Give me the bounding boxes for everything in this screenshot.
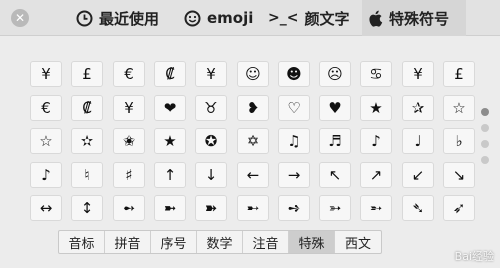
- symbol-key[interactable]: ¥: [402, 61, 434, 87]
- category-pinyin[interactable]: 拼音: [105, 231, 151, 253]
- category-numbering[interactable]: 序号: [151, 231, 197, 253]
- symbol-key[interactable]: ♬: [319, 128, 351, 154]
- symbol-key[interactable]: ♋: [360, 61, 392, 87]
- symbol-key[interactable]: ↘: [443, 162, 475, 188]
- symbol-key[interactable]: ↖: [319, 162, 351, 188]
- symbol-key[interactable]: ¥: [113, 95, 145, 121]
- symbol-key[interactable]: ☆: [443, 95, 475, 121]
- symbol-key[interactable]: ✡: [237, 128, 269, 154]
- symbol-key[interactable]: ♪: [30, 162, 62, 188]
- symbol-grid: ¥ £ € ₡ ¥ ☺ ☻ ☹ ♋ ¥ £ € ₡ ¥ ❤ ♉ ❥ ♡ ♥ ★ ✰ ☆ ☆ ✫ ✬ ★ ✪ ✡ ♫ ♬ ♪ ♩ ♭ ♪ ♮ ♯ ↑ ↓ ← →…: [30, 61, 475, 221]
- symbol-key[interactable]: ☻: [278, 61, 310, 87]
- symbol-key[interactable]: €: [30, 95, 62, 121]
- symbol-key[interactable]: →: [278, 162, 310, 188]
- tab-emoji[interactable]: emoji: [184, 0, 256, 36]
- symbol-key[interactable]: ♪: [360, 128, 392, 154]
- symbol-key[interactable]: ♩: [402, 128, 434, 154]
- tab-special-symbols[interactable]: 特殊符号: [362, 0, 466, 36]
- symbol-key[interactable]: ➺: [278, 195, 310, 221]
- category-phonetic[interactable]: 音标: [59, 231, 105, 253]
- symbol-key[interactable]: ↓: [195, 162, 227, 188]
- page-dot[interactable]: [481, 156, 489, 164]
- symbol-key[interactable]: ☺: [237, 61, 269, 87]
- symbol-key[interactable]: ➳: [319, 195, 351, 221]
- tab-special-symbols-label: 特殊符号: [389, 9, 450, 28]
- page-indicator: [481, 108, 489, 168]
- symbol-key[interactable]: ←: [237, 162, 269, 188]
- category-math[interactable]: 数学: [197, 231, 243, 253]
- symbol-key[interactable]: ↗: [360, 162, 392, 188]
- symbol-key[interactable]: £: [443, 61, 475, 87]
- symbol-key[interactable]: ➼: [154, 195, 186, 221]
- symbol-key[interactable]: ✪: [195, 128, 227, 154]
- symbol-key[interactable]: ♯: [113, 162, 145, 188]
- tab-recent-label: 最近使用: [99, 9, 160, 28]
- category-bar: 音标 拼音 序号 数学 注音 特殊 西文: [58, 230, 382, 254]
- symbol-key[interactable]: ✫: [71, 128, 103, 154]
- category-special[interactable]: 特殊: [289, 231, 335, 253]
- symbol-key[interactable]: ☹: [319, 61, 351, 87]
- symbol-key[interactable]: ★: [154, 128, 186, 154]
- symbol-key[interactable]: ↙: [402, 162, 434, 188]
- symbol-key[interactable]: ♫: [278, 128, 310, 154]
- symbol-key[interactable]: ➸: [237, 195, 269, 221]
- symbol-key[interactable]: ➵: [360, 195, 392, 221]
- page-dot[interactable]: [481, 108, 489, 116]
- symbol-key[interactable]: ➶: [443, 195, 475, 221]
- symbol-key[interactable]: ❥: [237, 95, 269, 121]
- symbol-key[interactable]: ☆: [30, 128, 62, 154]
- symbol-key[interactable]: ➻: [113, 195, 145, 221]
- symbol-key[interactable]: ♥: [319, 95, 351, 121]
- symbol-key[interactable]: ¥: [195, 61, 227, 87]
- symbol-key[interactable]: ♮: [71, 162, 103, 188]
- tab-bar: ✕ 最近使用 emoji >_< 颜文字 特殊符号: [0, 0, 500, 36]
- symbol-key[interactable]: ➽: [195, 195, 227, 221]
- apple-icon: [368, 10, 383, 27]
- tab-emoji-label: emoji: [207, 9, 254, 27]
- clock-icon: [76, 10, 93, 27]
- symbol-key[interactable]: ♉: [195, 95, 227, 121]
- symbol-key[interactable]: ↕: [71, 195, 103, 221]
- kaomoji-icon: >_<: [268, 10, 299, 26]
- symbol-key[interactable]: €: [113, 61, 145, 87]
- symbol-key[interactable]: ✰: [402, 95, 434, 121]
- symbol-key[interactable]: ↔: [30, 195, 62, 221]
- symbol-key[interactable]: ♡: [278, 95, 310, 121]
- symbol-key[interactable]: ₡: [154, 61, 186, 87]
- symbol-key[interactable]: ♭: [443, 128, 475, 154]
- category-western[interactable]: 西文: [335, 231, 381, 253]
- tab-recent[interactable]: 最近使用: [76, 0, 176, 36]
- page-dot[interactable]: [481, 124, 489, 132]
- tab-kaomoji[interactable]: >_< 颜文字: [268, 0, 358, 36]
- symbol-key[interactable]: ❤: [154, 95, 186, 121]
- page-dot[interactable]: [481, 140, 489, 148]
- watermark: Bai经验: [454, 250, 494, 263]
- tab-kaomoji-label: 颜文字: [304, 9, 350, 28]
- symbol-key[interactable]: £: [71, 61, 103, 87]
- symbol-key[interactable]: ₡: [71, 95, 103, 121]
- symbol-key[interactable]: ✬: [113, 128, 145, 154]
- smiley-icon: [184, 10, 201, 27]
- symbol-key[interactable]: ★: [360, 95, 392, 121]
- symbol-key[interactable]: ➴: [402, 195, 434, 221]
- symbol-key[interactable]: ¥: [30, 61, 62, 87]
- category-zhuyin[interactable]: 注音: [243, 231, 289, 253]
- symbol-key[interactable]: ↑: [154, 162, 186, 188]
- close-button[interactable]: ✕: [11, 9, 29, 27]
